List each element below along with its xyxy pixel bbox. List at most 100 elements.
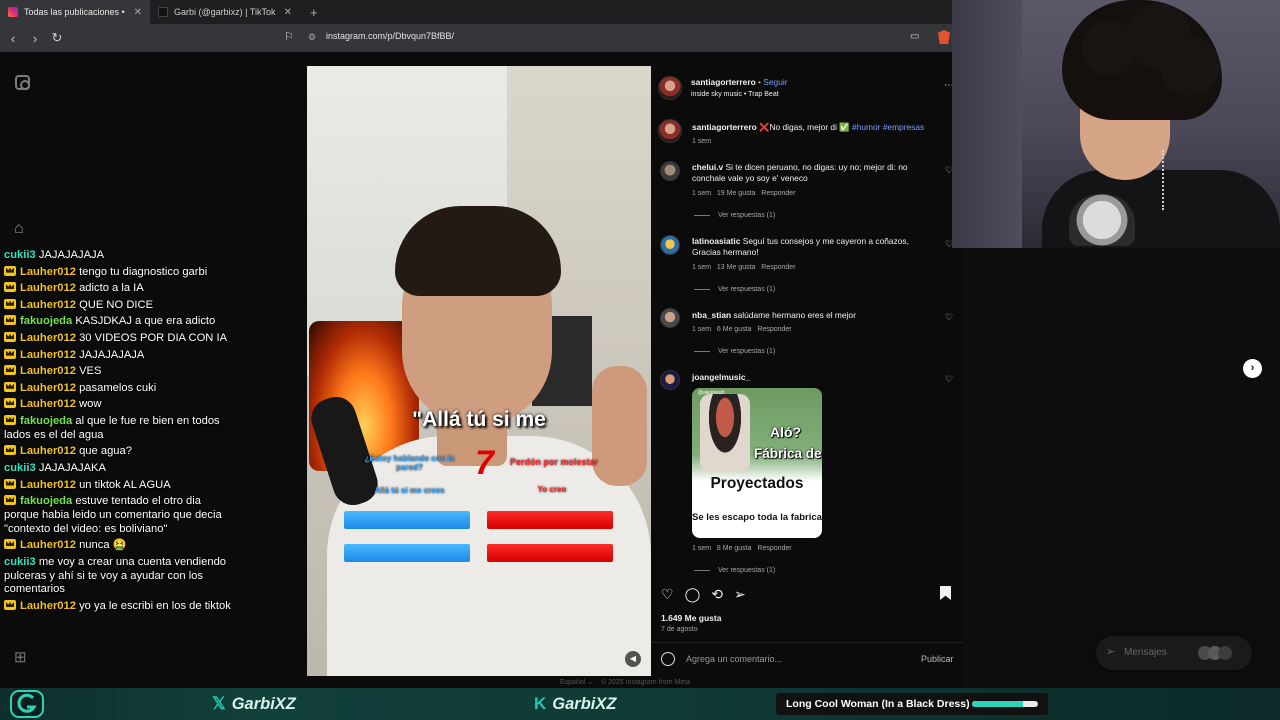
reply-button[interactable]: Responder [761, 190, 795, 197]
comment-time: 1 sem [692, 264, 712, 271]
likes-count[interactable]: 1.649 Me gusta [661, 613, 721, 623]
reply-button[interactable]: Responder [757, 326, 791, 333]
view-replies[interactable]: Ver respuestas (1) [694, 348, 775, 355]
back-icon[interactable]: ‹ [4, 31, 22, 46]
chat-username[interactable]: cukii3 [4, 556, 36, 568]
tab-instagram[interactable]: Todas las publicaciones • Insta ✕ [0, 0, 150, 24]
caption-username[interactable]: santiagorterrero [692, 122, 757, 132]
chat-message: cukii3 JAJAJAJAJA [4, 249, 236, 263]
meme-person [700, 394, 750, 472]
share-icon[interactable]: ➢ [734, 586, 746, 603]
view-replies[interactable]: Ver respuestas (1) [694, 286, 775, 293]
view-replies-label: Ver respuestas (1) [718, 212, 776, 219]
chat-message: fakuojeda KASJDKAJ a que era adicto [4, 315, 236, 329]
new-tab-button[interactable]: + [300, 5, 328, 20]
caption-hashtags[interactable]: #humor #empresas [852, 122, 924, 132]
chat-username[interactable]: Lauher012 [20, 332, 76, 344]
meme-line-3: Proyectados [710, 475, 804, 492]
comment-likes[interactable]: 19 Me gusta [717, 190, 756, 197]
site-info-icon[interactable]: ⚙ [308, 32, 316, 43]
chat-username[interactable]: Lauher012 [20, 266, 76, 278]
reply-button[interactable]: Responder [761, 264, 795, 271]
comment-icon[interactable]: ◯ [685, 586, 701, 603]
comment-avatar[interactable] [660, 161, 680, 181]
next-post-button[interactable]: › [1243, 359, 1262, 378]
reload-icon[interactable]: ↻ [48, 30, 66, 46]
comment-avatar[interactable] [660, 235, 680, 255]
chat-text: nunca 🤮 [79, 539, 127, 552]
tab-tiktok[interactable]: Garbi (@garbixz) | TikTok ✕ [150, 0, 300, 24]
follow-button[interactable]: Seguir [763, 77, 787, 87]
forward-icon[interactable]: › [26, 31, 44, 46]
bookmark-icon[interactable]: ⚐ [284, 30, 294, 43]
comment-time: 1 sem [692, 190, 712, 197]
audio-toggle-icon[interactable]: ◀ [625, 651, 641, 667]
chat-username[interactable]: Lauher012 [20, 445, 76, 457]
chat-text: QUE NO DICE [79, 298, 154, 311]
comment-username[interactable]: joangelmusic_ [692, 372, 750, 382]
close-tab-icon[interactable]: ✕ [134, 7, 142, 18]
like-icon[interactable]: ♡ [661, 586, 674, 603]
home-icon[interactable]: ⌂ [14, 220, 24, 238]
emoji-icon[interactable] [661, 652, 675, 666]
comment-username[interactable]: nba_stian [692, 310, 731, 320]
comment-likes[interactable]: 6 Me gusta [717, 326, 752, 333]
like-comment-icon[interactable]: ♡ [945, 374, 953, 385]
chat-username[interactable]: Lauher012 [20, 382, 76, 394]
chat-username[interactable]: Lauher012 [20, 600, 76, 612]
save-icon[interactable] [940, 586, 951, 600]
comment-meta: 1 sem 19 Me gusta Responder [692, 190, 796, 197]
close-tab-icon[interactable]: ✕ [284, 7, 292, 18]
repost-icon[interactable]: ⟲ [711, 586, 723, 603]
tab-title: Todas las publicaciones • Insta [24, 7, 128, 17]
chat-username[interactable]: cukii3 [4, 462, 36, 474]
comment-avatar[interactable] [660, 370, 680, 390]
messages-button[interactable]: ➢ Mensajes [1096, 636, 1252, 670]
comment-time: 1 sem [692, 326, 712, 333]
publish-button[interactable]: Publicar [921, 654, 954, 664]
chat-message: Lauher012 wow [4, 398, 236, 412]
view-replies[interactable]: Ver respuestas (1) [694, 212, 775, 219]
chat-username[interactable]: fakuojeda [20, 415, 72, 427]
url-field[interactable]: instagram.com/p/Dbvqun7BfBB/ [326, 31, 454, 41]
chat-username[interactable]: Lauher012 [20, 398, 76, 410]
cast-icon[interactable]: ▭ [910, 31, 919, 42]
audio-label[interactable]: inside sky music • Trap Beat [691, 91, 779, 98]
reply-button[interactable]: Responder [757, 545, 791, 552]
chat-text: JAJAJAJAJA [79, 348, 145, 361]
chat-username[interactable]: Lauher012 [20, 349, 76, 361]
x-logo-icon: 𝕏 [212, 694, 226, 713]
post-actions: ♡ ◯ ⟲ ➢ [661, 586, 746, 603]
chat-message: cukii3 me voy a crear una cuenta vendien… [4, 556, 236, 597]
chat-username[interactable]: Lauher012 [20, 299, 76, 311]
chat-username[interactable]: Lauher012 [20, 365, 76, 377]
webcam-streamer-hair [1062, 0, 1222, 120]
post-video[interactable]: "Allá tú si me ¿Estoy hablando con la pa… [307, 66, 651, 676]
chat-username[interactable]: Lauher012 [20, 282, 76, 294]
author-avatar[interactable] [658, 76, 682, 100]
chat-username[interactable]: fakuojeda [20, 495, 72, 507]
chat-username[interactable]: fakuojeda [20, 315, 72, 327]
comment-username[interactable]: chelui.v [692, 162, 723, 172]
comment-avatar[interactable] [660, 308, 680, 328]
chat-username[interactable]: cukii3 [4, 249, 36, 261]
caption-avatar[interactable] [658, 119, 682, 143]
instagram-logo-icon[interactable] [15, 75, 30, 90]
comment-likes[interactable]: 8 Me gusta [717, 545, 752, 552]
comment-username[interactable]: latinoasiatic [692, 236, 740, 246]
brave-shield-icon[interactable] [938, 30, 950, 44]
like-comment-icon[interactable]: ♡ [945, 312, 953, 323]
video-tag-red-top: Perdón por molestar [509, 457, 599, 467]
comment-meta: 1 sem 13 Me gusta Responder [692, 264, 796, 271]
footer-language[interactable]: Español [560, 679, 585, 686]
comment-input[interactable]: Agrega un comentario... [686, 654, 782, 664]
chat-username[interactable]: Lauher012 [20, 479, 76, 491]
chat-username[interactable]: Lauher012 [20, 539, 76, 551]
song-progress-fill [972, 701, 1024, 707]
view-replies[interactable]: Ver respuestas (1) [694, 567, 775, 574]
author-username[interactable]: santiagorterrero [691, 77, 756, 87]
comment-meme-image[interactable]: @alestekah Aló? Fábrica de Proyectados S… [692, 388, 822, 538]
comment-likes[interactable]: 13 Me gusta [717, 264, 756, 271]
more-menu-icon[interactable]: ⊞ [14, 648, 27, 666]
webcam-feed [952, 0, 1280, 248]
